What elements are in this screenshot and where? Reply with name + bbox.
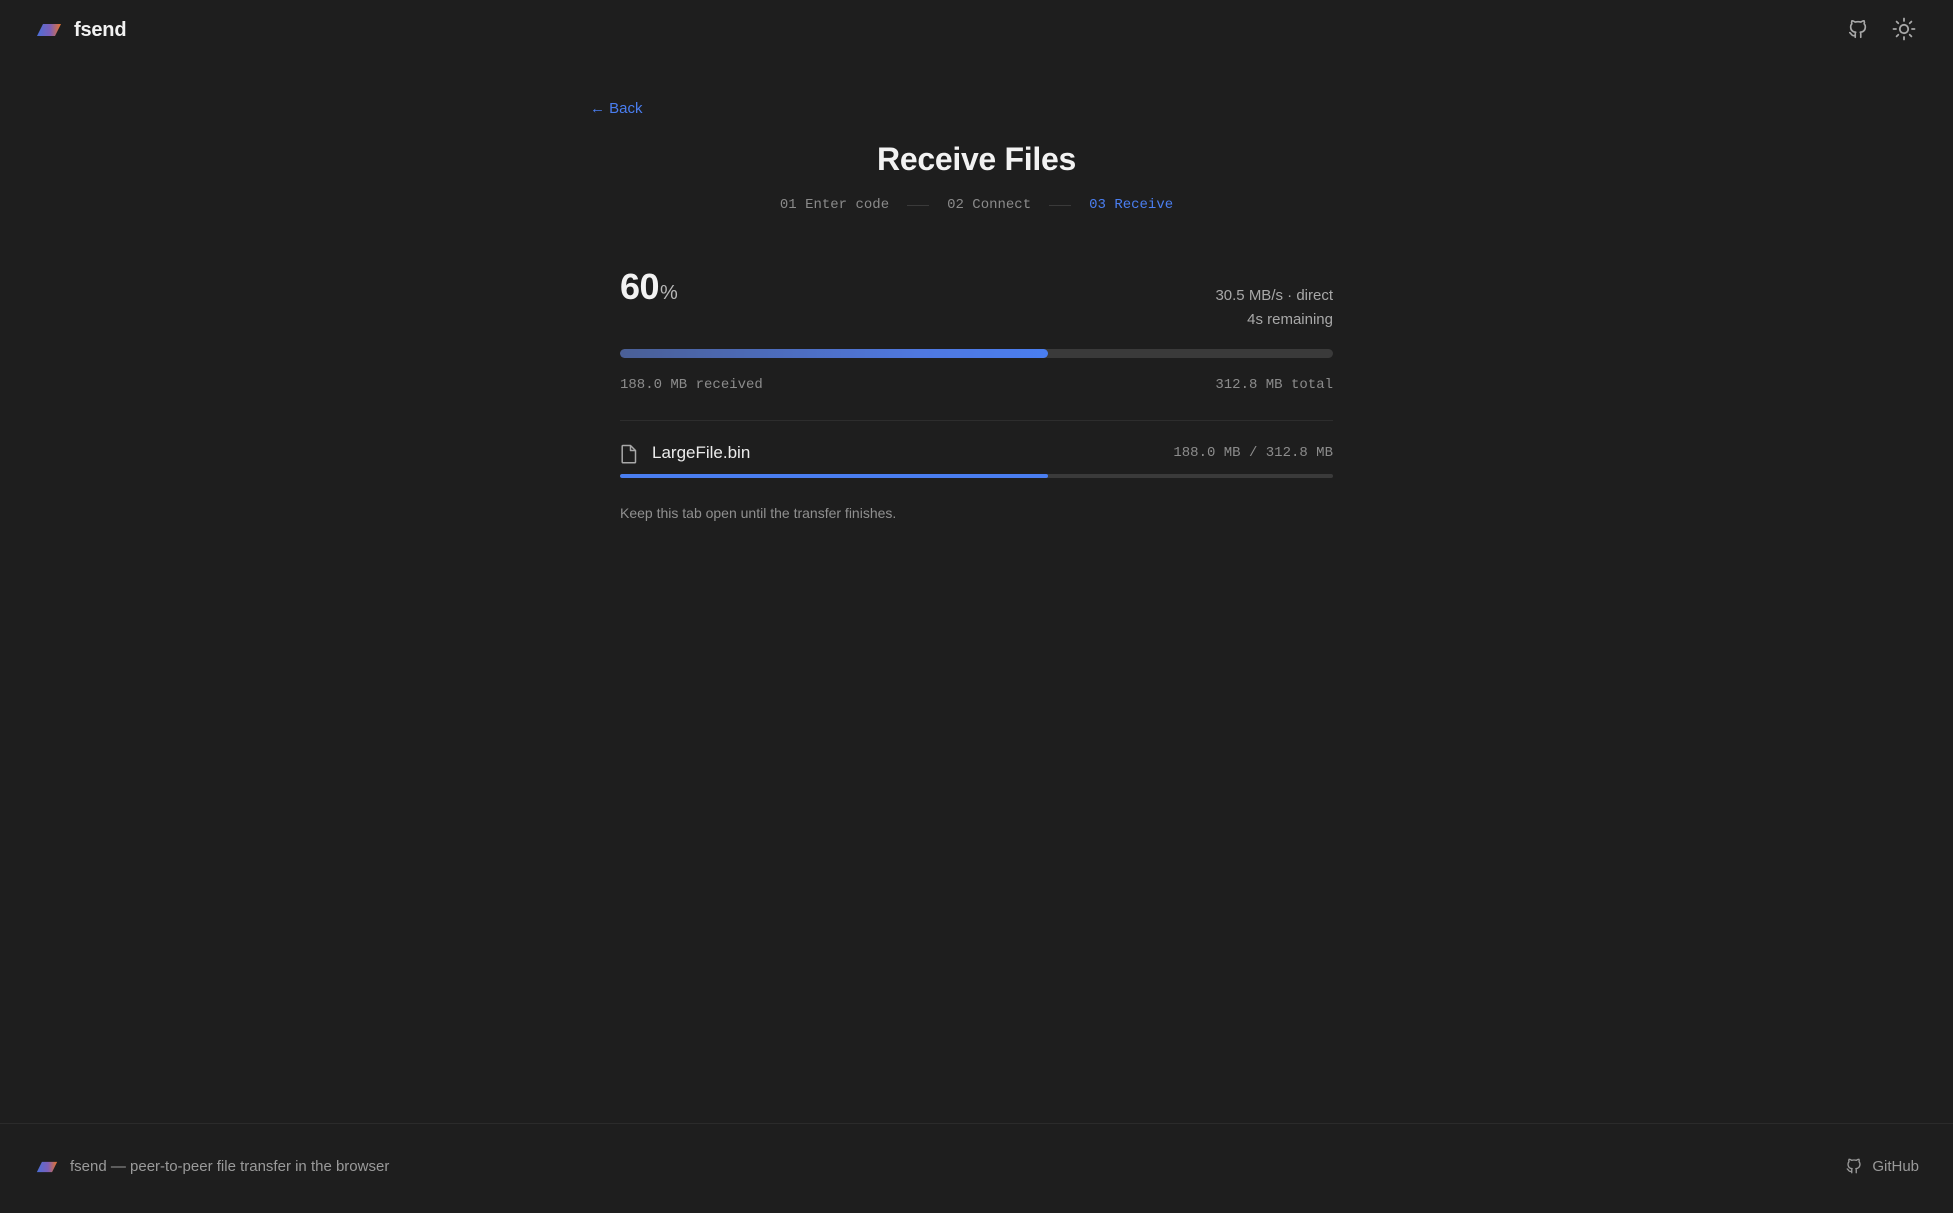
- overall-progress-bar: [620, 349, 1333, 358]
- bytes-row: 188.0 MB received 312.8 MB total: [620, 377, 1333, 397]
- transfer-progress: 60% 30.5 MB/s · direct 4s remaining 188.…: [620, 262, 1333, 521]
- percent-value: 60%: [620, 266, 678, 308]
- percent-number: 60: [620, 266, 660, 307]
- file-name: LargeFile.bin: [652, 443, 751, 462]
- step-enter-code: 01 Enter code: [779, 197, 890, 213]
- bytes-total: 312.8 MB total: [1215, 377, 1333, 393]
- step-separator: [907, 204, 930, 206]
- overall-progress-fill: [620, 349, 1048, 358]
- step-receive: 03 Receive: [1089, 197, 1174, 213]
- footer-github-link[interactable]: GitHub: [1845, 1157, 1919, 1175]
- header: fsend: [0, 0, 1953, 60]
- page: fsend ← Back Receive Files 01 Enter code…: [0, 0, 1953, 1213]
- file-progress-bar: [620, 474, 1333, 478]
- fsend-logo-icon: [36, 1161, 58, 1172]
- bytes-received: 188.0 MB received: [620, 377, 763, 393]
- github-icon[interactable]: [1845, 15, 1871, 43]
- footer-github-label: GitHub: [1872, 1157, 1919, 1175]
- file-size: 188.0 MB / 312.8 MB: [1173, 445, 1333, 461]
- github-icon: [1846, 1158, 1861, 1174]
- brand-link[interactable]: fsend: [36, 16, 127, 44]
- footer-tagline: fsend — peer-to-peer file transfer in th…: [70, 1158, 390, 1175]
- fsend-logo-icon: [37, 24, 61, 36]
- time-remaining: 4s remaining: [1247, 311, 1333, 328]
- transfer-stats: 30.5 MB/s · direct 4s remaining: [1215, 284, 1333, 332]
- transfer-rate: 30.5 MB/s · direct: [1215, 287, 1333, 304]
- percent-sign: %: [660, 282, 678, 304]
- stepper: 01 Enter code 02 Connect 03 Receive: [0, 197, 1953, 213]
- step-connect: 02 Connect: [947, 197, 1032, 213]
- footer: fsend — peer-to-peer file transfer in th…: [0, 1123, 1953, 1213]
- page-title: Receive Files: [877, 141, 1076, 177]
- brand-name: fsend: [74, 18, 127, 41]
- file-row: LargeFile.bin 188.0 MB / 312.8 MB: [620, 440, 1333, 488]
- sun-icon[interactable]: [1891, 15, 1917, 43]
- file-progress-fill: [620, 474, 1048, 478]
- step-separator: [1049, 204, 1072, 206]
- divider: [620, 420, 1333, 421]
- keep-open-note: Keep this tab open until the transfer fi…: [620, 505, 897, 521]
- back-link[interactable]: ← Back: [590, 100, 643, 117]
- header-actions: [1845, 15, 1917, 43]
- file-icon: [620, 444, 638, 469]
- footer-brand: fsend — peer-to-peer file transfer in th…: [36, 1158, 389, 1175]
- percent-row: 60% 30.5 MB/s · direct 4s remaining: [620, 262, 1333, 342]
